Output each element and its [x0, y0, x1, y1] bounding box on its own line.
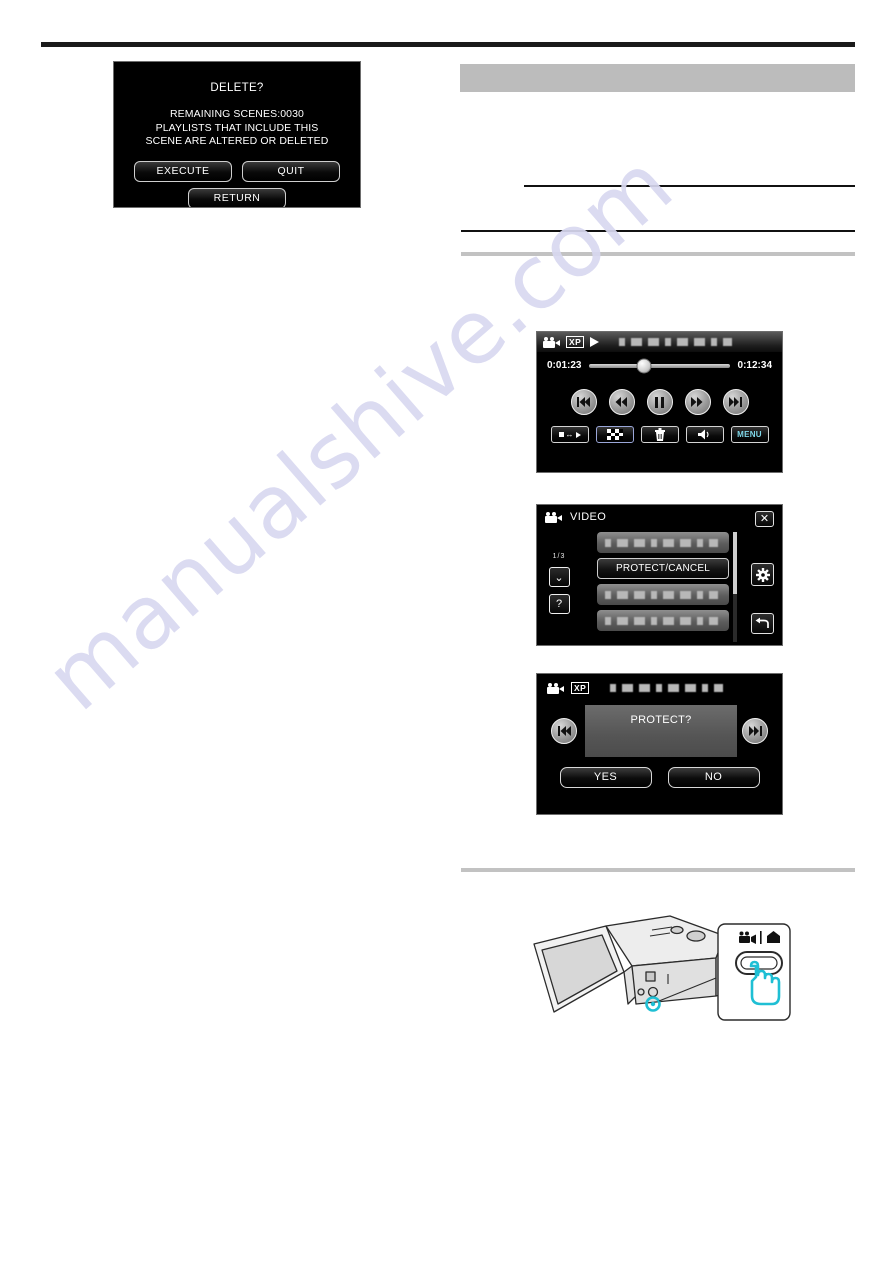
masked-label [605, 538, 718, 547]
playback-toolbar: ↔ MENU [537, 426, 782, 443]
page-indicator: 1/3 [552, 553, 566, 560]
skip-backward-button[interactable] [570, 389, 597, 415]
list-item[interactable] [597, 610, 729, 631]
datetime-blocks [610, 684, 724, 692]
elapsed-time: 0:01:23 [547, 360, 582, 371]
content-rule-3 [461, 252, 855, 256]
no-button[interactable]: NO [667, 767, 760, 788]
section-heading-band [460, 64, 855, 92]
execute-button[interactable]: EXECUTE [134, 160, 232, 182]
total-time: 0:12:34 [737, 360, 772, 371]
play-status-icon [590, 337, 600, 347]
delete-dialog-message: REMAINING SCENES:0030 PLAYLISTS THAT INC… [114, 108, 360, 149]
camcorder-illustration [520, 900, 810, 1030]
protect-prompt: PROTECT? [585, 705, 737, 757]
pause-button[interactable] [646, 389, 673, 415]
quality-badge: XP [566, 336, 585, 348]
list-item[interactable] [597, 532, 729, 553]
video-menu-header: VIDEO [537, 505, 782, 523]
playback-status-bar: XP [537, 332, 782, 352]
content-rule-4 [461, 868, 855, 872]
content-rule-1 [524, 185, 855, 187]
protect-confirmation-screen: XP PROTECT? YES NO [536, 673, 783, 815]
return-button[interactable]: RETURN [188, 187, 286, 207]
delete-icon[interactable] [640, 426, 679, 443]
scrollbar-thumb[interactable] [733, 532, 737, 594]
scrollbar[interactable] [733, 532, 737, 642]
masked-label [605, 616, 718, 625]
delete-remaining-scenes: REMAINING SCENES:0030 [170, 108, 304, 120]
video-playback-screen: XP 0:01:23 0:12:34 ↔ MENU [536, 331, 783, 473]
video-menu-list: PROTECT/CANCEL [597, 532, 729, 636]
protect-status-bar: XP [537, 674, 782, 694]
camcorder-icon [547, 682, 564, 694]
mode-switch-callout [717, 923, 791, 1021]
seek-bar-row: 0:01:23 0:12:34 [537, 352, 782, 373]
help-button[interactable]: ? [548, 594, 570, 614]
grid-icon [606, 429, 623, 440]
transport-controls [537, 389, 782, 415]
masked-label [605, 590, 718, 599]
delete-confirmation-screen: DELETE? REMAINING SCENES:0030 PLAYLISTS … [113, 61, 361, 208]
scroll-down-icon[interactable]: ⌄ [548, 567, 570, 587]
fast-forward-button[interactable] [684, 389, 711, 415]
skip-forward-button[interactable] [722, 389, 749, 415]
close-icon[interactable]: ✕ [755, 511, 774, 527]
index-screen-icon[interactable] [595, 426, 634, 443]
video-menu-left-rail: 1/3 ⌄ ? [545, 553, 573, 614]
video-menu-screen: VIDEO ✕ 1/3 ⌄ ? PROTECT/CANCEL [536, 504, 783, 646]
camcorder-icon [543, 336, 560, 348]
list-item[interactable] [597, 584, 729, 605]
datetime-blocks [619, 338, 733, 346]
menu-button[interactable]: MENU [730, 426, 769, 443]
next-scene-button[interactable] [742, 718, 768, 744]
delete-warning-line2: SCENE ARE ALTERED OR DELETED [145, 135, 329, 147]
back-arrow-icon[interactable] [751, 613, 774, 634]
video-menu-title: VIDEO [570, 511, 607, 523]
list-item-protect-cancel[interactable]: PROTECT/CANCEL [597, 558, 729, 579]
rewind-button[interactable] [608, 389, 635, 415]
delete-warning-line1: PLAYLISTS THAT INCLUDE THIS [155, 121, 319, 134]
quality-badge: XP [571, 682, 590, 694]
page-top-rule [41, 42, 855, 47]
camcorder-icon [545, 511, 562, 523]
delete-dialog-title: DELETE? [210, 82, 264, 94]
volume-icon[interactable] [685, 426, 724, 443]
seek-knob[interactable] [636, 358, 652, 373]
yes-button[interactable]: YES [559, 767, 652, 788]
gear-icon[interactable] [751, 563, 774, 586]
protect-button-row: YES NO [537, 767, 782, 788]
previous-scene-button[interactable] [551, 718, 577, 744]
content-rule-2 [461, 230, 855, 232]
delete-dialog-button-row: EXECUTE QUIT [114, 160, 360, 182]
playback-switch-icon[interactable]: ↔ [550, 426, 589, 443]
quit-button[interactable]: QUIT [242, 160, 340, 182]
seek-slider[interactable] [589, 358, 730, 373]
